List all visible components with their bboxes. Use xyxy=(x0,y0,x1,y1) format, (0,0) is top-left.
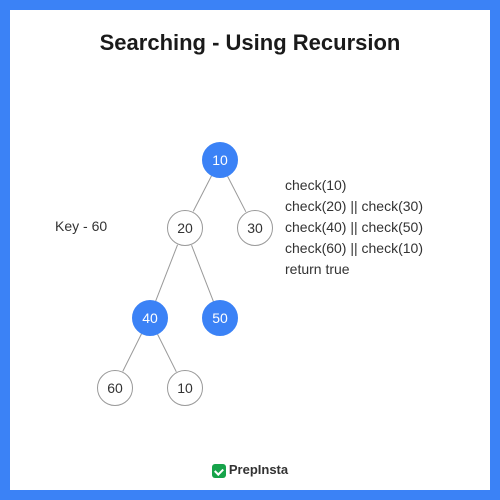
page-title: Searching - Using Recursion xyxy=(10,10,490,56)
tree-node: 60 xyxy=(97,370,133,406)
tree-node: 50 xyxy=(202,300,238,336)
tree-edge xyxy=(192,176,211,212)
tree-edge xyxy=(227,176,246,212)
code-line: check(60) || check(10) xyxy=(285,238,423,259)
tree-edge xyxy=(157,334,177,372)
tree-edge xyxy=(191,245,214,302)
tree-edge xyxy=(156,244,179,301)
code-line: check(10) xyxy=(285,175,423,196)
footer-label: PrepInsta xyxy=(229,462,288,477)
key-label: Key - 60 xyxy=(55,218,107,234)
code-line: check(20) || check(30) xyxy=(285,196,423,217)
tree-node: 30 xyxy=(237,210,273,246)
tree-edge xyxy=(122,334,142,372)
code-line: check(40) || check(50) xyxy=(285,217,423,238)
tree-node: 10 xyxy=(202,142,238,178)
tree-node: 40 xyxy=(132,300,168,336)
tree-node: 20 xyxy=(167,210,203,246)
tree-node: 10 xyxy=(167,370,203,406)
code-line: return true xyxy=(285,259,423,280)
brand-check-icon xyxy=(212,464,226,478)
footer-brand: PrepInsta xyxy=(10,462,490,478)
tree-diagram: Key - 60 check(10) check(20) || check(30… xyxy=(10,120,490,450)
code-block: check(10) check(20) || check(30) check(4… xyxy=(285,175,423,280)
diagram-container: Searching - Using Recursion Key - 60 che… xyxy=(10,10,490,490)
